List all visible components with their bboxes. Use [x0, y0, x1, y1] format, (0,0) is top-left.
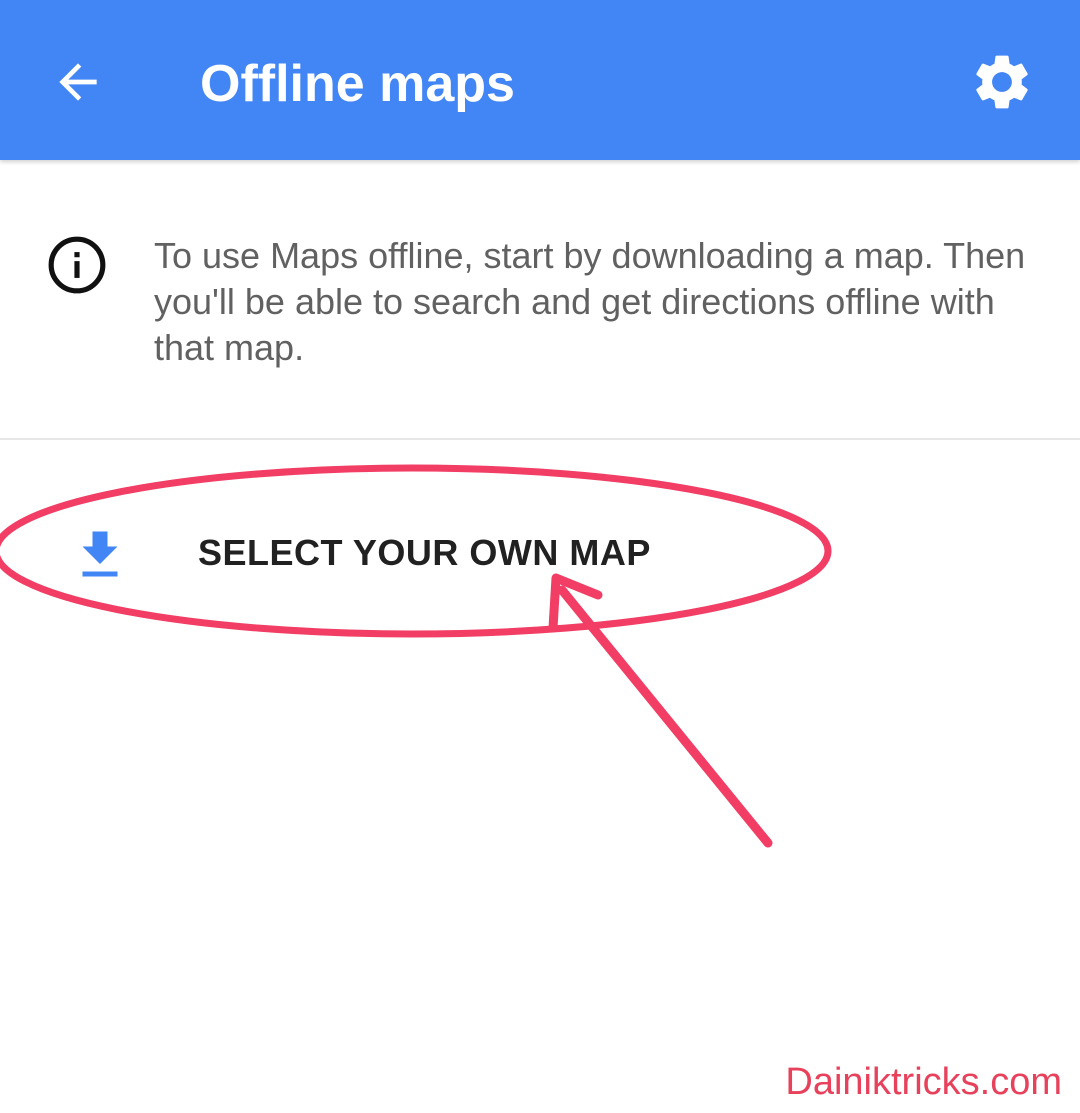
download-icon: [82, 531, 118, 577]
info-section: To use Maps offline, start by downloadin…: [0, 160, 1080, 440]
select-your-own-map-label: SELECT YOUR OWN MAP: [198, 532, 651, 573]
offline-maps-screen: Offline maps To use Maps offline, start …: [0, 0, 1080, 1113]
annotation-arrow-shaft: [557, 585, 773, 848]
info-icon: [48, 236, 106, 294]
select-your-own-map-button[interactable]: SELECT YOUR OWN MAP: [0, 490, 1080, 620]
gear-icon: [976, 55, 1028, 109]
back-button[interactable]: [38, 42, 118, 122]
settings-button[interactable]: [962, 42, 1042, 122]
watermark: Dainiktricks.com: [785, 1061, 1062, 1103]
info-text: To use Maps offline, start by downloadin…: [154, 235, 1026, 368]
page-title: Offline maps: [200, 55, 515, 113]
arrow-left-icon: [59, 63, 97, 101]
app-bar: Offline maps: [0, 0, 1080, 160]
divider: [0, 438, 1080, 440]
